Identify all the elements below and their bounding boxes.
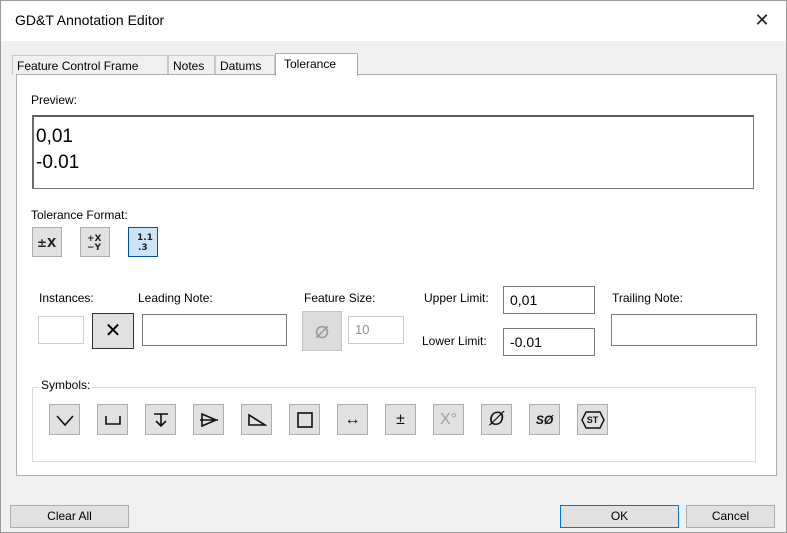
spherical-diameter-icon: SØ xyxy=(535,412,554,427)
trailing-note-input[interactable] xyxy=(611,314,757,346)
trailing-note-label: Trailing Note: xyxy=(612,291,683,305)
statistical-tolerance-button[interactable]: ST xyxy=(577,404,608,435)
instances-input[interactable] xyxy=(38,316,84,344)
multiply-icon: ✕ xyxy=(104,320,122,342)
lower-limit-input[interactable]: -0.01 xyxy=(503,328,595,356)
countersink-button[interactable] xyxy=(49,404,80,435)
svg-text:−Y: −Y xyxy=(87,243,102,253)
between-button[interactable]: ↔ xyxy=(337,404,368,435)
plus-minus-icon: ± xyxy=(396,410,405,428)
preview-box: 0,01 -0.01 xyxy=(32,115,754,189)
svg-text:.3: .3 xyxy=(138,243,148,253)
preview-label: Preview: xyxy=(31,93,78,107)
tab-datums[interactable]: Datums xyxy=(215,55,275,75)
counterbore-icon xyxy=(104,415,121,425)
tab-feature-control-frame[interactable]: Feature Control Frame xyxy=(12,55,168,75)
dialog: GD&T Annotation Editor ✕ Feature Control… xyxy=(0,0,787,533)
plus-minus-deviation-icon: +X−Y xyxy=(87,234,102,253)
svg-text:1.1: 1.1 xyxy=(137,233,153,243)
slope-icon xyxy=(247,413,267,426)
diameter-symbol-button[interactable]: Ø xyxy=(481,404,512,435)
limits-stacked-button[interactable]: 1.1.3 xyxy=(128,227,158,257)
preview-line-upper: 0,01 xyxy=(36,126,73,147)
plus-minus-button[interactable]: ± xyxy=(385,404,416,435)
symbols-label: Symbols: xyxy=(39,378,93,392)
title-bar: GD&T Annotation Editor ✕ xyxy=(1,1,786,41)
plus-minus-deviation-button[interactable]: +X −Y xyxy=(80,227,110,257)
tab-notes[interactable]: Notes xyxy=(168,55,215,75)
tolerance-panel: Preview: 0,01 -0.01 Tolerance Format: ±X… xyxy=(16,74,777,476)
leading-note-label: Leading Note: xyxy=(138,291,213,305)
degree-icon: X° xyxy=(439,410,458,428)
multiply-button[interactable]: ✕ xyxy=(92,313,134,349)
countersink-icon xyxy=(55,414,74,426)
spherical-diameter-button[interactable]: SØ xyxy=(529,404,560,435)
tolerance-format-label: Tolerance Format: xyxy=(31,208,128,222)
plus-minus-symmetric-button[interactable]: ±X xyxy=(32,227,62,257)
lower-limit-label: Lower Limit: xyxy=(422,334,487,348)
symbols-group: ↔ ± X° Ø SØ ST xyxy=(32,387,756,462)
tab-tolerance[interactable]: Tolerance xyxy=(275,53,358,76)
leading-note-input[interactable] xyxy=(142,314,287,346)
feature-size-label: Feature Size: xyxy=(304,291,376,305)
degree-button[interactable]: X° xyxy=(433,404,464,435)
feature-size-input[interactable]: 10 xyxy=(348,316,404,344)
preview-line-lower: -0.01 xyxy=(36,152,80,173)
square-button[interactable] xyxy=(289,404,320,435)
close-icon[interactable]: ✕ xyxy=(748,7,776,33)
window-title: GD&T Annotation Editor xyxy=(15,12,165,28)
counterbore-button[interactable] xyxy=(97,404,128,435)
slope-button[interactable] xyxy=(241,404,272,435)
diameter-symbol-icon: Ø xyxy=(489,408,504,430)
limits-stacked-icon: 1.1.3 xyxy=(137,233,153,253)
svg-text:±X: ±X xyxy=(37,236,57,250)
conical-taper-icon xyxy=(199,412,218,427)
clear-all-button[interactable]: Clear All xyxy=(10,505,129,528)
diameter-icon: ⌀ xyxy=(314,317,330,344)
plus-minus-symmetric-icon: ±X xyxy=(37,236,57,250)
instances-label: Instances: xyxy=(39,291,94,305)
upper-limit-label: Upper Limit: xyxy=(424,291,489,305)
depth-icon xyxy=(153,412,168,427)
conical-taper-button[interactable] xyxy=(193,404,224,435)
ok-button[interactable]: OK xyxy=(560,505,679,528)
diameter-button[interactable]: ⌀ xyxy=(302,311,342,351)
depth-button[interactable] xyxy=(145,404,176,435)
square-icon xyxy=(296,411,313,428)
statistical-tolerance-label: ST xyxy=(586,414,599,425)
upper-limit-input[interactable]: 0,01 xyxy=(503,286,595,314)
between-icon: ↔ xyxy=(344,410,361,428)
cancel-button[interactable]: Cancel xyxy=(686,505,775,528)
